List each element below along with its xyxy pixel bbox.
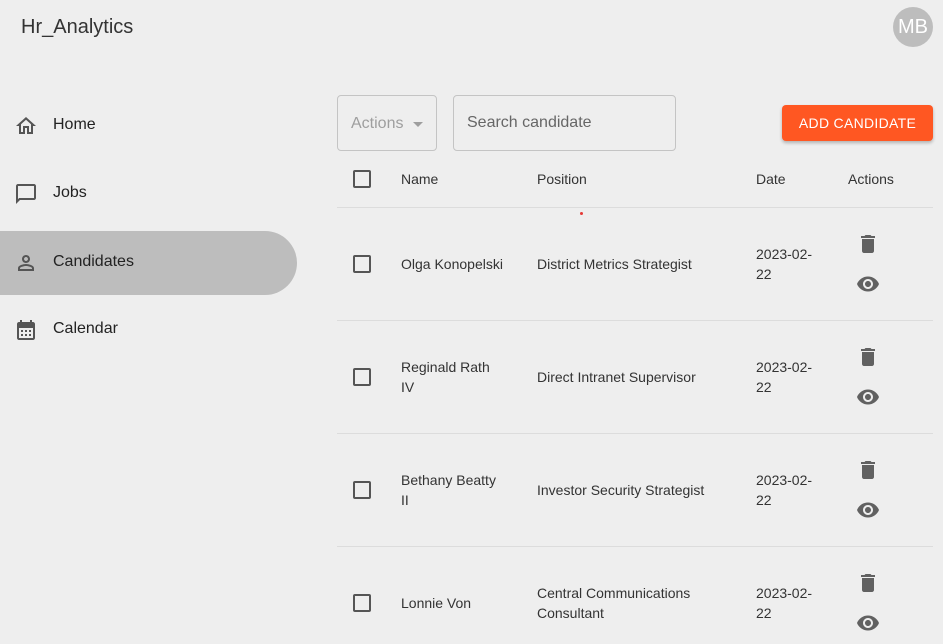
- delete-icon[interactable]: [856, 345, 880, 369]
- candidate-position-line: Direct Intranet Supervisor: [537, 369, 696, 385]
- sidebar-item-label: Jobs: [53, 184, 87, 201]
- candidate-date: 2023-02- 22: [756, 583, 812, 623]
- sidebar-item-jobs[interactable]: Jobs: [0, 162, 297, 226]
- sidebar-item-candidates[interactable]: Candidates: [0, 231, 297, 295]
- eye-icon[interactable]: [856, 272, 880, 296]
- candidate-position: Investor Security Strategist: [537, 480, 704, 500]
- candidate-name: Olga Konopelski: [401, 254, 503, 274]
- home-icon: [16, 117, 36, 134]
- row-checkbox[interactable]: [353, 368, 371, 386]
- row-divider: [337, 546, 933, 547]
- search-input[interactable]: [453, 95, 676, 151]
- row-checkbox[interactable]: [353, 594, 371, 612]
- select-all-checkbox[interactable]: [353, 170, 371, 188]
- candidate-name: Reginald Rath IV: [401, 357, 490, 397]
- row-checkbox[interactable]: [353, 481, 371, 499]
- sidebar-item-label: Home: [53, 116, 96, 133]
- candidate-position: Direct Intranet Supervisor: [537, 367, 696, 387]
- candidate-position: Central Communications Consultant: [537, 583, 690, 623]
- candidate-date-line: 22: [756, 379, 772, 395]
- candidate-date: 2023-02- 22: [756, 357, 812, 397]
- candidate-date-line: 22: [756, 266, 772, 282]
- avatar[interactable]: MB: [893, 7, 933, 47]
- eye-icon[interactable]: [856, 498, 880, 522]
- row-checkbox[interactable]: [353, 255, 371, 273]
- caret-down-icon: [413, 122, 423, 127]
- delete-icon[interactable]: [856, 232, 880, 256]
- sidebar-item-home[interactable]: Home: [0, 94, 297, 158]
- person-icon: [18, 255, 34, 271]
- sidebar-item-label: Calendar: [53, 320, 118, 337]
- candidate-date-line: 2023-02-: [756, 472, 813, 488]
- sidebar-item-label: Candidates: [53, 253, 134, 270]
- eye-icon[interactable]: [856, 385, 880, 409]
- calendar-icon: [17, 320, 35, 340]
- candidate-date-line: 2023-02-: [756, 359, 813, 375]
- candidate-position-line: Consultant: [537, 605, 604, 621]
- candidate-date: 2023-02- 22: [756, 470, 812, 510]
- candidate-position-line: Central Communications: [537, 585, 691, 601]
- row-divider: [337, 320, 933, 321]
- candidate-name-line: Bethany Beatty: [401, 472, 496, 488]
- column-header-date: Date: [756, 171, 786, 187]
- candidate-date-line: 22: [756, 492, 772, 508]
- chat-icon: [16, 184, 36, 204]
- candidate-name-line: Lonnie Von: [401, 595, 472, 611]
- actions-select-label: Actions: [351, 115, 404, 132]
- candidate-position-line: District Metrics Strategist: [537, 256, 692, 272]
- candidate-date-line: 2023-02-: [756, 246, 813, 262]
- add-candidate-button[interactable]: ADD CANDIDATE: [782, 105, 933, 141]
- candidate-name: Bethany Beatty II: [401, 470, 496, 510]
- candidate-name-line: Reginald Rath: [401, 359, 490, 375]
- sidebar-item-calendar[interactable]: Calendar: [0, 298, 297, 362]
- delete-icon[interactable]: [856, 458, 880, 482]
- candidate-date-line: 22: [756, 605, 772, 621]
- delete-icon[interactable]: [856, 571, 880, 595]
- candidate-name-line: IV: [401, 379, 415, 395]
- indicator-dot: [580, 212, 583, 215]
- row-divider: [337, 433, 933, 434]
- candidate-position-line: Investor Security Strategist: [537, 482, 705, 498]
- candidate-position: District Metrics Strategist: [537, 254, 692, 274]
- candidate-date-line: 2023-02-: [756, 585, 813, 601]
- column-header-actions: Actions: [848, 171, 894, 187]
- actions-select[interactable]: Actions: [337, 95, 437, 151]
- candidate-name-line: Olga Konopelski: [401, 256, 503, 272]
- app-title: Hr_Analytics: [21, 16, 134, 38]
- candidate-name-line: II: [401, 492, 409, 508]
- column-header-name: Name: [401, 171, 439, 187]
- candidate-date: 2023-02- 22: [756, 244, 812, 284]
- header-divider: [337, 207, 933, 208]
- eye-icon[interactable]: [856, 611, 880, 635]
- candidate-name: Lonnie Von: [401, 593, 471, 613]
- column-header-position: Position: [537, 171, 587, 187]
